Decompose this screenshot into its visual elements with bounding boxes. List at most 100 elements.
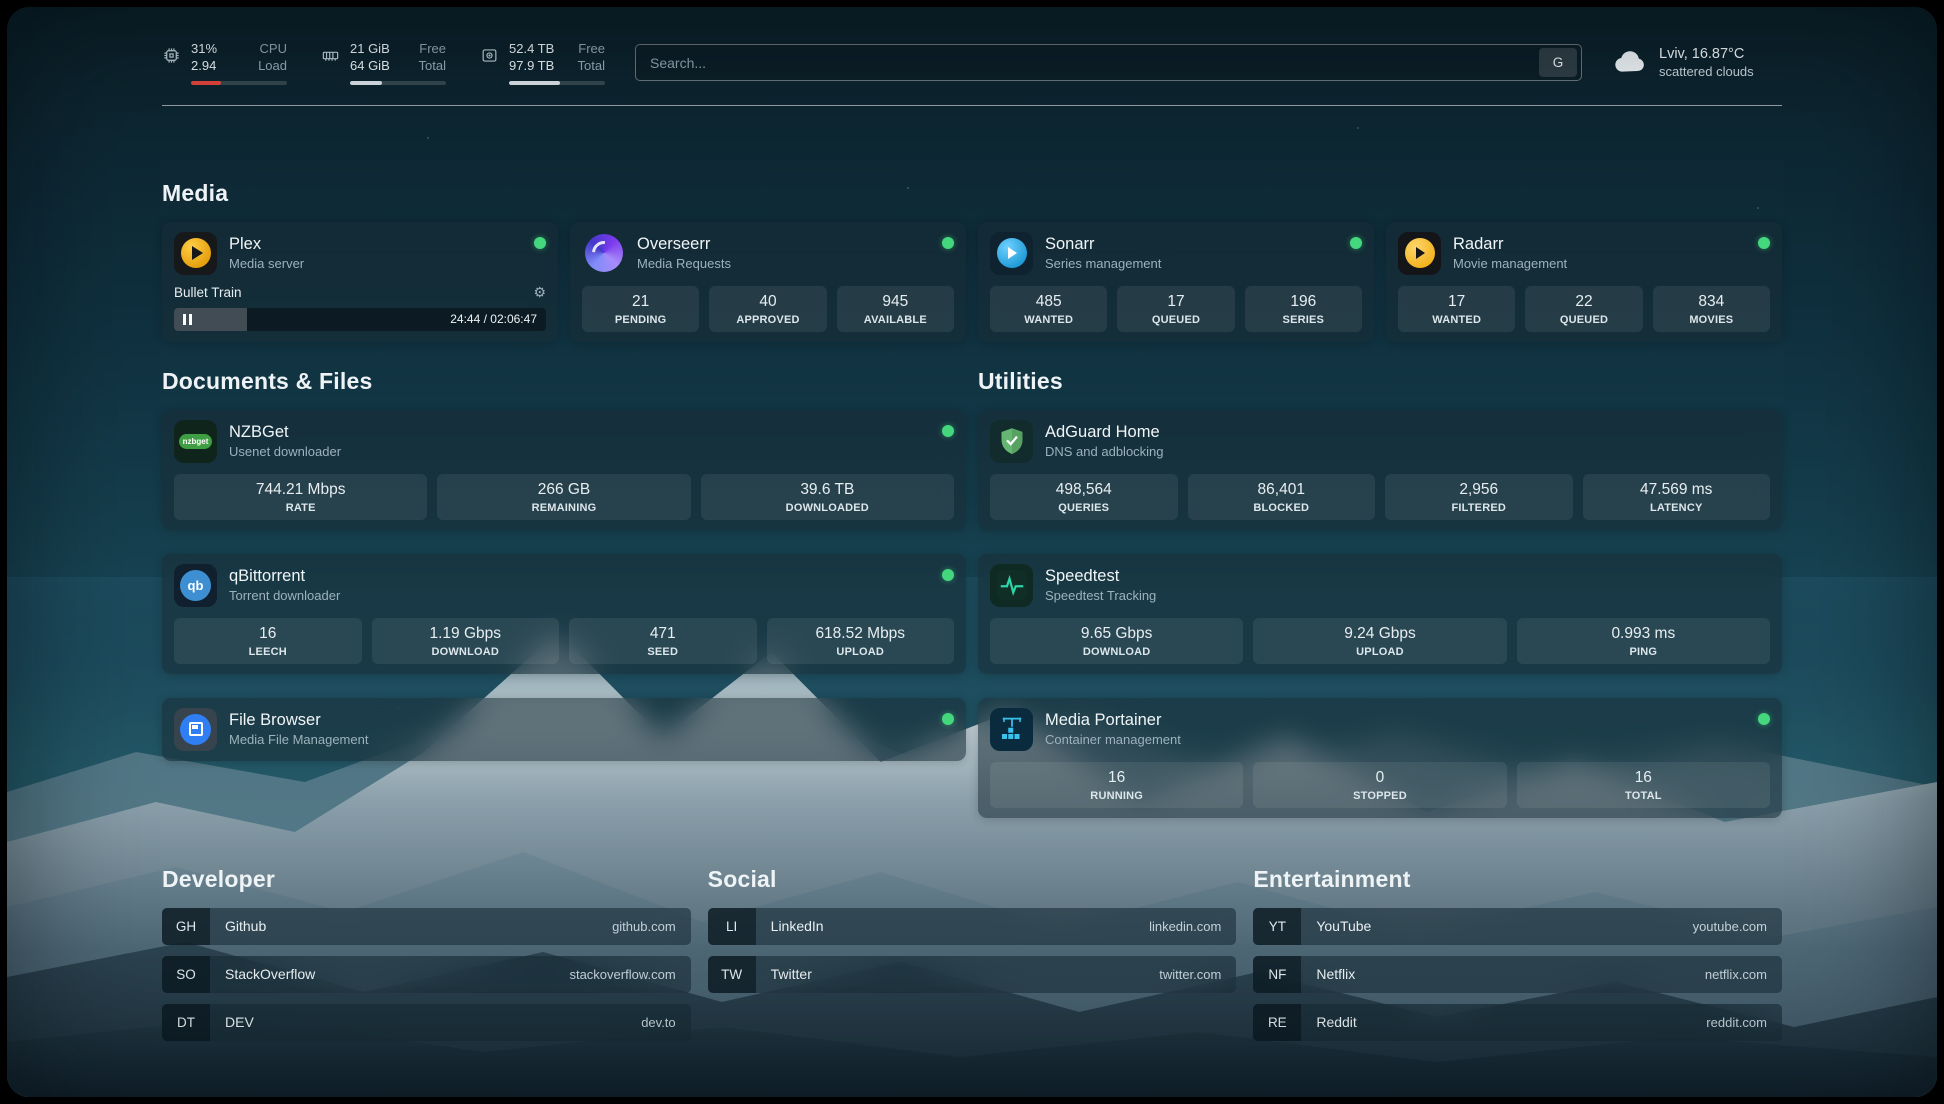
sonarr-icon — [990, 232, 1033, 275]
stat-label: TOTAL — [1521, 790, 1766, 802]
section-title-social: Social — [708, 866, 1237, 893]
memory-total-label: Total — [419, 58, 446, 75]
section-title-developer: Developer — [162, 866, 691, 893]
bookmark-dev[interactable]: DT DEV dev.to — [162, 1004, 691, 1041]
radarr-icon — [1398, 232, 1441, 275]
overseerr-icon — [582, 232, 625, 275]
stat-label: FILTERED — [1389, 502, 1569, 514]
service-name: File Browser — [229, 711, 368, 730]
nzbget-card[interactable]: nzbget NZBGet Usenet downloader 744.21 M… — [162, 410, 966, 530]
stat-value: 9.24 Gbps — [1257, 625, 1502, 643]
service-description: Media File Management — [229, 732, 368, 747]
bookmark-abbr: RE — [1253, 1004, 1301, 1041]
playback-progress-bar[interactable]: 24:44 / 02:06:47 — [174, 308, 546, 331]
stat-download: 9.65 GbpsDOWNLOAD — [990, 618, 1243, 664]
stat-value: 618.52 Mbps — [771, 625, 951, 643]
stat-stopped: 0STOPPED — [1253, 762, 1506, 808]
stat-value: 47.569 ms — [1587, 481, 1767, 499]
memory-free: 21 GiB — [350, 41, 390, 58]
stat-value: 16 — [1521, 769, 1766, 787]
service-description: Series management — [1045, 256, 1161, 271]
portainer-card[interactable]: Media Portainer Container management 16R… — [978, 698, 1782, 818]
bookmark-abbr: NF — [1253, 956, 1301, 993]
stat-label: DOWNLOADED — [705, 502, 950, 514]
bookmark-abbr: YT — [1253, 908, 1301, 945]
pause-icon[interactable] — [183, 314, 192, 325]
service-name: Plex — [229, 235, 304, 254]
stat-label: STOPPED — [1257, 790, 1502, 802]
service-name: Media Portainer — [1045, 711, 1181, 730]
service-name: Radarr — [1453, 235, 1567, 254]
sonarr-card[interactable]: Sonarr Series management 485WANTED 17QUE… — [978, 222, 1374, 342]
stat-label: RUNNING — [994, 790, 1239, 802]
bookmark-netflix[interactable]: NF Netflix netflix.com — [1253, 956, 1782, 993]
stat-running: 16RUNNING — [990, 762, 1243, 808]
stat-seed: 471SEED — [569, 618, 757, 664]
memory-progress-bar — [350, 81, 446, 85]
stat-value: 21 — [586, 293, 695, 311]
bookmark-twitter[interactable]: TW Twitter twitter.com — [708, 956, 1237, 993]
service-description: Usenet downloader — [229, 444, 341, 459]
search-engine-button[interactable]: G — [1539, 48, 1577, 77]
bookmark-stackoverflow[interactable]: SO StackOverflow stackoverflow.com — [162, 956, 691, 993]
bookmark-name: Netflix — [1316, 966, 1355, 982]
stat-value: 16 — [178, 625, 358, 643]
stat-label: BLOCKED — [1192, 502, 1372, 514]
stat-label: QUEUED — [1121, 314, 1230, 326]
speedtest-card[interactable]: Speedtest Speedtest Tracking 9.65 GbpsDO… — [978, 554, 1782, 674]
stat-value: 0.993 ms — [1521, 625, 1766, 643]
utilities-column: Utilities — [978, 342, 1782, 818]
stat-label: LATENCY — [1587, 502, 1767, 514]
radarr-card[interactable]: Radarr Movie management 17WANTED 22QUEUE… — [1386, 222, 1782, 342]
service-description: Movie management — [1453, 256, 1567, 271]
stat-value: 266 GB — [441, 481, 686, 499]
stat-latency: 47.569 ms LATENCY — [1583, 474, 1771, 520]
stat-value: 39.6 TB — [705, 481, 950, 499]
stat-value: 9.65 Gbps — [994, 625, 1239, 643]
search-input[interactable] — [650, 55, 1539, 71]
stat-pending: 21 PENDING — [582, 286, 699, 332]
weather-condition: scattered clouds — [1659, 64, 1754, 79]
status-dot — [942, 237, 954, 249]
stat-value: 86,401 — [1192, 481, 1372, 499]
portainer-icon — [990, 708, 1033, 751]
status-dot — [1350, 237, 1362, 249]
bookmark-url: reddit.com — [1706, 1015, 1767, 1030]
section-title-utilities: Utilities — [978, 368, 1782, 395]
stat-ping: 0.993 msPING — [1517, 618, 1770, 664]
bookmark-linkedin[interactable]: LI LinkedIn linkedin.com — [708, 908, 1237, 945]
gear-icon[interactable]: ⚙ — [533, 284, 546, 301]
stat-label: APPROVED — [713, 314, 822, 326]
stat-leech: 16 LEECH — [174, 618, 362, 664]
filebrowser-card[interactable]: File Browser Media File Management — [162, 698, 966, 761]
stat-download: 1.19 GbpsDOWNLOAD — [372, 618, 560, 664]
stat-remaining: 266 GBREMAINING — [437, 474, 690, 520]
speedtest-icon — [990, 564, 1033, 607]
service-description: Speedtest Tracking — [1045, 588, 1156, 603]
stat-label: QUEUED — [1529, 314, 1638, 326]
stat-label: PENDING — [586, 314, 695, 326]
bookmark-reddit[interactable]: RE Reddit reddit.com — [1253, 1004, 1782, 1041]
bookmark-group-entertainment: Entertainment YT YouTube youtube.com NF … — [1253, 818, 1782, 1052]
stat-label: LEECH — [178, 646, 358, 658]
disk-icon — [480, 46, 499, 85]
bookmark-youtube[interactable]: YT YouTube youtube.com — [1253, 908, 1782, 945]
bookmark-group-developer: Developer GH Github github.com SO StackO… — [162, 818, 691, 1052]
adguard-card[interactable]: AdGuard Home DNS and adblocking 498,564Q… — [978, 410, 1782, 530]
weather-widget[interactable]: Lviv, 16.87°C scattered clouds — [1612, 45, 1782, 80]
stat-total: 16 TOTAL — [1517, 762, 1770, 808]
bookmark-url: dev.to — [641, 1015, 675, 1030]
bookmark-abbr: GH — [162, 908, 210, 945]
plex-card[interactable]: Plex Media server Bullet Train ⚙ — [162, 222, 558, 342]
now-playing-title: Bullet Train — [174, 285, 242, 300]
cpu-label: CPU — [260, 41, 287, 58]
service-name: qBittorrent — [229, 567, 340, 586]
bookmark-github[interactable]: GH Github github.com — [162, 908, 691, 945]
qbittorrent-card[interactable]: qb qBittorrent Torrent downloader 16LEEC… — [162, 554, 966, 674]
stat-rate: 744.21 MbpsRATE — [174, 474, 427, 520]
bookmark-url: github.com — [612, 919, 676, 934]
bookmark-name: Twitter — [771, 966, 812, 982]
overseerr-card[interactable]: Overseerr Media Requests 21PENDING 40APP… — [570, 222, 966, 342]
service-name: Sonarr — [1045, 235, 1161, 254]
bookmark-abbr: DT — [162, 1004, 210, 1041]
